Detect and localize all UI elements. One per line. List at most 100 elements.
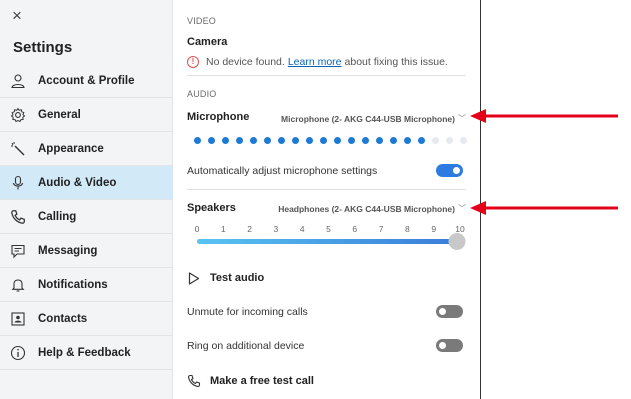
mic-level-dot [390,137,397,144]
chat-icon [10,243,26,259]
settings-title: Settings [13,39,73,56]
sidebar-item-help-feedback[interactable]: Help & Feedback [0,336,173,370]
mic-level-dot [460,137,467,144]
warning-text: No device found. [206,56,285,68]
gear-icon [10,107,26,123]
audio-section-heading: AUDIO [187,89,217,99]
sidebar-item-label: Audio & Video [38,176,117,189]
microphone-device-dropdown[interactable]: Microphone (2- AKG C44-USB Microphone) ﹀ [281,113,466,124]
volume-tick-label: 4 [299,224,305,234]
sidebar-item-label: Calling [38,210,77,223]
mic-level-dot [292,137,299,144]
sidebar-item-messaging[interactable]: Messaging [0,234,173,268]
sidebar-item-calling[interactable]: Calling [0,200,173,234]
learn-more-link[interactable]: Learn more [288,56,342,68]
sidebar-item-contacts[interactable]: Contacts [0,302,173,336]
phone-icon [187,374,201,388]
warning-icon: ! [187,56,199,68]
mic-level-dot [236,137,243,144]
warning-text-after: about fixing this issue. [344,56,448,68]
toggle-knob [439,308,446,315]
video-section-heading: VIDEO [187,16,217,26]
info-icon [10,345,26,361]
mic-level-dot [418,137,425,144]
sidebar-item-label: Messaging [38,244,98,257]
mic-level-dot [446,137,453,144]
settings-nav: Account & Profile General Appearance Audio … [0,64,173,370]
mic-level-dot [362,137,369,144]
arrow-icon [470,201,618,215]
mic-level-dot [432,137,439,144]
settings-sidebar: × Settings Account & Profile General Appea… [0,0,173,399]
chevron-down-icon: ﹀ [458,204,466,213]
speaker-volume-slider[interactable] [197,233,466,250]
mic-level-dot [334,137,341,144]
volume-tick-label: 8 [405,224,410,234]
mic-level-dot [320,137,327,144]
microphone-label: Microphone [187,111,250,123]
sidebar-item-label: Appearance [38,142,104,155]
mic-level-dot [264,137,271,144]
volume-tick-label: 3 [273,224,279,234]
sidebar-item-label: General [38,108,81,121]
mic-level-dot [376,137,383,144]
mic-level-dot [222,137,229,144]
unmute-label: Unmute for incoming calls [187,306,308,318]
volume-slider-handle[interactable] [448,233,466,250]
sidebar-item-audio-video[interactable]: Audio & Video [0,166,173,200]
speakers-device-dropdown[interactable]: Headphones (2- AKG C44-USB Microphone) ﹀ [278,203,466,214]
test-call-button[interactable]: Make a free test call [187,374,314,388]
mic-level-dot [306,137,313,144]
divider [187,75,466,76]
speakers-device-value: Headphones (2- AKG C44-USB Microphone) [278,203,455,214]
test-call-label: Make a free test call [210,375,314,387]
microphone-icon [10,175,26,191]
close-icon[interactable]: × [12,7,28,24]
speakers-label: Speakers [187,202,236,214]
toggle-knob [453,167,460,174]
test-audio-label: Test audio [210,272,265,284]
sidebar-item-appearance[interactable]: Appearance [0,132,173,166]
sidebar-item-label: Account & Profile [38,74,135,87]
camera-label: Camera [187,36,228,48]
volume-tick-label: 7 [378,224,384,234]
volume-tick-label: 6 [352,224,358,234]
microphone-level-meter [194,137,474,144]
ring-toggle[interactable] [436,339,463,352]
play-icon [187,271,201,285]
sidebar-item-general[interactable]: General [0,98,173,132]
microphone-device-value: Microphone (2- AKG C44-USB Microphone) [281,113,455,124]
person-icon [10,73,26,89]
mic-level-dot [278,137,285,144]
arrow-icon [470,109,618,123]
sidebar-item-notifications[interactable]: Notifications [0,268,173,302]
mic-level-dot [194,137,201,144]
chevron-down-icon: ﹀ [458,114,466,123]
auto-adjust-toggle[interactable] [436,164,463,177]
volume-tick-label: 1 [220,224,226,234]
volume-fill [197,239,457,244]
audio-video-panel: VIDEO Camera ! No device found. Learn mo… [173,0,481,399]
sidebar-item-label: Notifications [38,278,108,291]
sidebar-item-label: Help & Feedback [38,346,131,359]
contact-card-icon [10,311,26,327]
volume-tick-label: 0 [194,224,200,234]
unmute-toggle[interactable] [436,305,463,318]
sidebar-item-label: Contacts [38,312,88,325]
volume-ticks: 0 1 2 3 4 5 6 7 8 9 10 [193,224,465,236]
divider [187,189,466,190]
test-audio-button[interactable]: Test audio [187,271,264,285]
magic-wand-icon [10,141,26,157]
volume-tick-label: 2 [247,224,252,234]
toggle-knob [439,342,446,349]
camera-warning: ! No device found. Learn more about fixi… [187,56,448,68]
volume-tick-label: 9 [431,224,437,234]
volume-tick-label: 5 [326,224,331,234]
mic-level-dot [208,137,215,144]
sidebar-item-account-profile[interactable]: Account & Profile [0,64,173,98]
mic-level-dot [348,137,355,144]
auto-adjust-label: Automatically adjust microphone settings [187,165,378,177]
ring-label: Ring on additional device [187,340,305,352]
mic-level-dot [404,137,411,144]
phone-icon [10,209,26,225]
